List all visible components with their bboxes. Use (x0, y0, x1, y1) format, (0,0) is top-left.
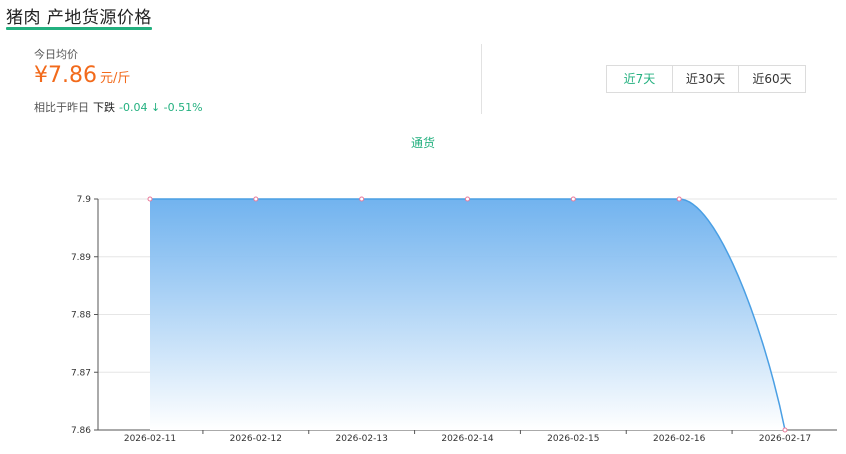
data-point (253, 196, 259, 202)
today-price: ¥7.86 (34, 63, 97, 88)
compare-row: 相比于昨日 下跌 -0.04 ↓ -0.51% (34, 99, 203, 115)
trend-word: 下跌 (93, 101, 115, 114)
x-tick-label: 2026-02-17 (759, 434, 811, 444)
page-title-wrap: 猪肉 产地货源价格 (6, 6, 152, 30)
data-point (782, 427, 788, 433)
title-underline (6, 27, 152, 30)
range-tabs: 近7天 近30天 近60天 (606, 65, 806, 93)
x-tick-label: 2026-02-14 (441, 434, 494, 444)
x-tick-label: 2026-02-15 (547, 434, 599, 444)
today-price-label: 今日均价 (34, 48, 78, 61)
data-point (570, 196, 576, 202)
x-tick-label: 2026-02-12 (230, 434, 282, 444)
data-point (676, 196, 682, 202)
x-tick-label: 2026-02-13 (336, 434, 388, 444)
tab-60-days[interactable]: 近60天 (739, 66, 805, 92)
x-tick-label: 2026-02-11 (124, 434, 176, 444)
y-tick-label: 7.88 (71, 311, 91, 321)
y-tick-label: 7.87 (71, 368, 91, 378)
x-tick-label: 2026-02-16 (653, 434, 706, 444)
tab-30-days[interactable]: 近30天 (673, 66, 739, 92)
price-row: ¥7.86 元/斤 (34, 63, 130, 88)
series-area (150, 199, 785, 430)
price-chart: 7.9 7.89 7.88 7.87 7.86 2026-02-11 2026-02-12 2… (71, 195, 837, 444)
compare-label: 相比于昨日 (34, 101, 89, 114)
data-point (465, 196, 470, 202)
data-point (147, 196, 153, 202)
y-tick-label: 7.89 (71, 253, 91, 263)
chart-legend-item[interactable]: 通货 (0, 134, 846, 151)
vertical-divider (481, 44, 482, 114)
price-unit: 元/斤 (99, 71, 131, 86)
y-tick-label: 7.86 (71, 426, 91, 436)
y-tick-label: 7.9 (77, 195, 92, 205)
data-point (359, 196, 365, 202)
price-change: -0.04 ↓ -0.51% (119, 101, 203, 114)
tab-7-days[interactable]: 近7天 (607, 66, 673, 92)
